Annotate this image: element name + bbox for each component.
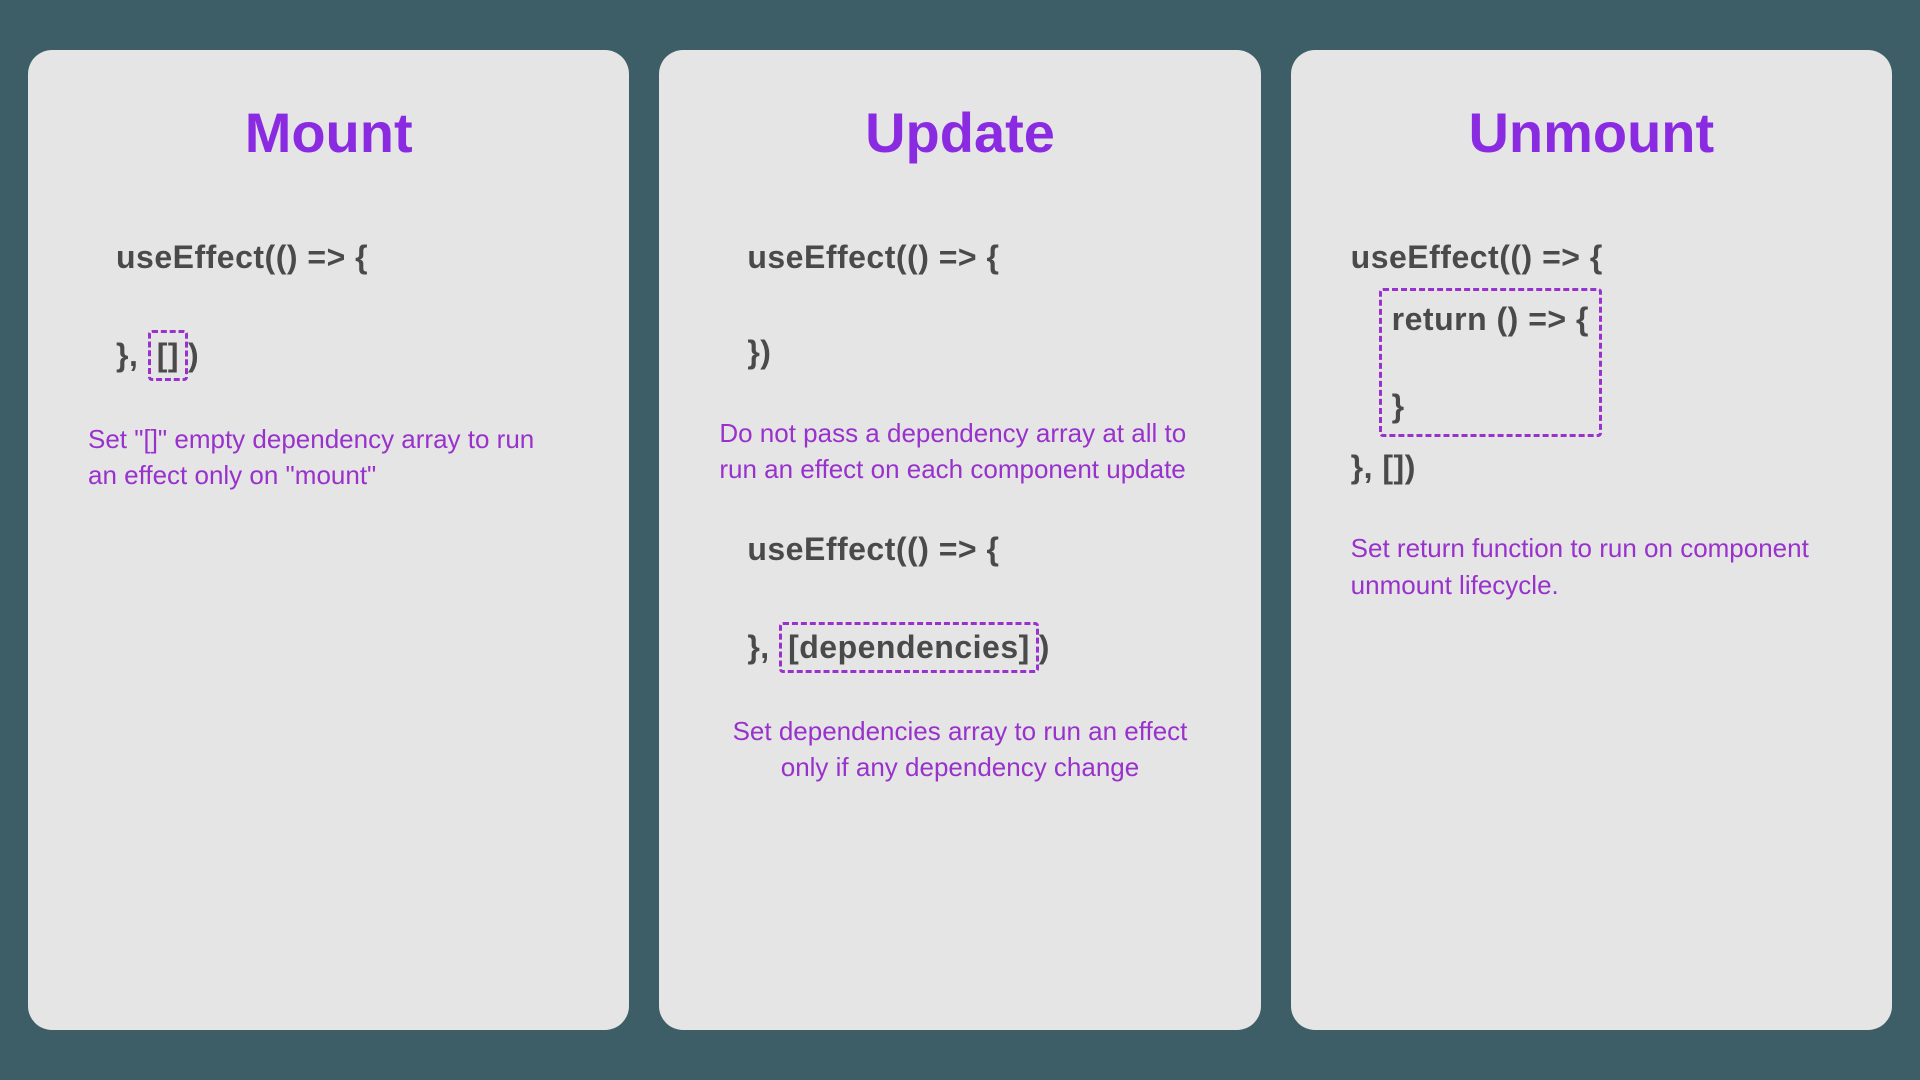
empty-array-highlight: [] <box>148 330 188 381</box>
update-title: Update <box>719 100 1200 165</box>
code-line: }) <box>747 330 1200 375</box>
update-card: Update useEffect(() => { }) Do not pass … <box>659 50 1260 1030</box>
mount-card: Mount useEffect(() => { }, []) Set "[]" … <box>28 50 629 1030</box>
update-description-2: Set dependencies array to run an effect … <box>719 713 1200 786</box>
update-code-block-1: useEffect(() => { }) <box>719 235 1200 375</box>
mount-title: Mount <box>88 100 569 165</box>
code-line: }, []) <box>116 330 569 381</box>
code-line: return () => { } <box>1379 288 1832 438</box>
code-line: useEffect(() => { <box>116 235 569 280</box>
unmount-description: Set return function to run on component … <box>1351 530 1832 603</box>
update-description-1: Do not pass a dependency array at all to… <box>719 415 1200 488</box>
unmount-card: Unmount useEffect(() => { return () => {… <box>1291 50 1892 1030</box>
unmount-title: Unmount <box>1351 100 1832 165</box>
code-line: }, []) <box>1351 445 1832 490</box>
unmount-code-block: useEffect(() => { return () => { } }, []… <box>1351 235 1832 490</box>
update-code-block-2: useEffect(() => { }, [dependencies]) <box>719 527 1200 673</box>
code-line: useEffect(() => { <box>1351 235 1832 280</box>
return-function-highlight: return () => { } <box>1379 288 1602 438</box>
mount-description: Set "[]" empty dependency array to run a… <box>88 421 569 494</box>
dependencies-highlight: [dependencies] <box>779 622 1039 673</box>
code-line: useEffect(() => { <box>747 235 1200 280</box>
code-line: }, [dependencies]) <box>747 622 1200 673</box>
code-line: useEffect(() => { <box>747 527 1200 572</box>
mount-code-block: useEffect(() => { }, []) <box>88 235 569 381</box>
